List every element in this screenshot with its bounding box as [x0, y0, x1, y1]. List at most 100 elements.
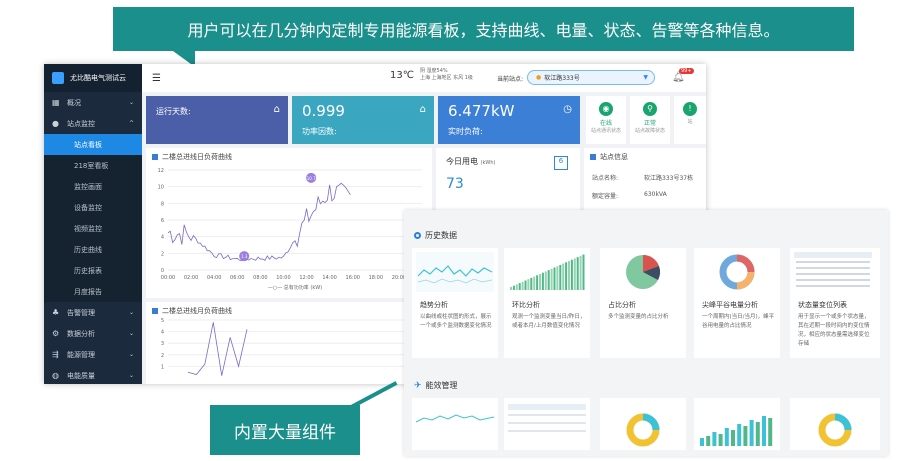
energy-tile-donut-2[interactable] — [790, 398, 880, 450]
sidebar-item-label: 告警管理 — [67, 308, 95, 317]
calendar-icon: 6 — [554, 156, 568, 170]
tile-desc: 一个周期内(当日/当月)，峰平谷用电量的占比情况 — [702, 314, 775, 329]
bar — [515, 284, 518, 290]
bar — [712, 432, 717, 446]
sidebar-subitem[interactable]: 监控画面 — [44, 176, 142, 197]
promo-stage: 用户可以在几分钟内定制专用能源看板，支持曲线、电量、状态、告警等各种信息。 尤比… — [0, 0, 917, 461]
quality-icon: ◍ — [52, 371, 59, 380]
series-line — [187, 322, 248, 376]
bar — [533, 276, 536, 290]
sidebar-item[interactable]: ● 站点监控 ^ — [44, 113, 142, 134]
bar — [527, 279, 530, 290]
sidebar-subitem[interactable]: 设备监控 — [44, 197, 142, 218]
status-mini-fault: ⚲ 正常 站点故障状态 — [630, 96, 670, 144]
site-info-key: 站点名称: — [592, 175, 619, 182]
x-tick-label: 18:00 — [369, 275, 383, 281]
site-select-value: 软江路333号 — [544, 75, 580, 82]
site-info-card: 站点信息 站点名称: 软江路333号37栋 额定容量: 630kVA — [584, 148, 706, 210]
sidebar-subitem[interactable]: 218室看板 — [44, 155, 142, 176]
alarm-icon: ♣ — [52, 308, 60, 317]
bottom-callout-text: 内置大量组件 — [234, 422, 336, 443]
y-tick-label: 10 — [158, 185, 164, 191]
weather-line1: 阴 湿度54% — [419, 68, 448, 74]
clock-icon: ◷ — [563, 104, 572, 115]
energy-tile-donut[interactable] — [600, 398, 686, 450]
component-gallery: 历史数据 趋势分析 以曲线或柱状图的形式，展示一个或多个监测数据变化情况 环比分… — [404, 210, 888, 456]
x-tick-label: 02:00 — [184, 275, 198, 281]
bar — [556, 266, 559, 290]
min-marker-label: 1.3 — [241, 254, 248, 259]
top-callout-text: 用户可以在几分钟内定制专用能源看板，支持曲线、电量、状态、告警等各种信息。 — [187, 21, 780, 40]
sidebar-item-label: 历史报表 — [74, 266, 102, 275]
daily-load-chart: 0 2 4 6 8 10 12 00:00 02:00 04:00 06:00 08:00 10:00 1… — [158, 168, 430, 291]
brand[interactable]: 尤比酷电气测试云 — [44, 64, 142, 92]
info-icon — [590, 154, 596, 160]
sidebar: 尤比酷电气测试云 ▦ 概况 ⌄ ● 站点监控 ^ 站点看板 218室看板 监控画面 设备监控 视频监… — [44, 64, 142, 384]
today-energy-label: 今日用电 — [446, 157, 478, 166]
energy-tile-bars[interactable] — [694, 398, 780, 450]
sidebar-subitem[interactable]: 月度报告 — [44, 281, 142, 302]
tile-name: 趋势分析 — [420, 301, 448, 309]
location-pin-icon: ● — [536, 74, 542, 81]
analysis-icon: ⚙ — [52, 329, 60, 338]
sidebar-item-label: 历史曲线 — [74, 245, 102, 254]
sidebar-item-label: 站点监控 — [67, 119, 95, 128]
stat-label: 实时负荷: — [448, 127, 483, 136]
sidebar-item[interactable]: ⚙ 数据分析 ⌄ — [44, 323, 142, 344]
sidebar-item[interactable]: ♣ 告警管理 ⌄ — [44, 302, 142, 323]
site-info-title: 站点信息 — [600, 153, 628, 161]
sidebar-subitem[interactable]: 站点看板 — [44, 134, 142, 155]
bar — [762, 416, 766, 446]
y-tick-label: 0 — [161, 268, 164, 274]
tile-trend[interactable]: 趋势分析 以曲线或柱状图的形式，展示一个或多个监测数据变化情况 — [412, 248, 498, 358]
tile-ring-compare[interactable]: 环比分析 观测一个监测变量当日/昨日，或者本月/上月数值变化情况 — [504, 248, 590, 358]
notification-badge: 99+ — [679, 68, 694, 74]
energy-trend-thumb — [415, 414, 495, 423]
tile-proportion[interactable]: 占比分析 多个监测变量的占比分析 — [600, 248, 686, 358]
status-label: 站点故障状态 — [634, 128, 665, 134]
tile-desc: 以曲线或柱状图的形式，展示一个或多个监测数据变化情况 — [420, 314, 492, 329]
bar — [539, 274, 541, 290]
series-line — [167, 182, 351, 262]
sidebar-item[interactable]: ⇶ 能源管理 ⌄ — [44, 344, 142, 365]
brand-name: 尤比酷电气测试云 — [70, 74, 126, 82]
y-tick-label: 4 — [161, 235, 164, 241]
y-tick-label: 8 — [161, 201, 164, 207]
bar — [573, 258, 576, 290]
sidebar-item[interactable]: ▦ 概况 ⌄ — [44, 92, 142, 113]
stat-value: 6.477kW — [448, 102, 515, 120]
history-section-title: 历史数据 — [425, 231, 457, 240]
status-icon: ! — [683, 102, 697, 116]
x-tick-label: 16:00 — [346, 275, 360, 281]
tile-state-change-list[interactable]: 状态量变位列表 用于显示一个或多个状态量，其在近期一段时间内的变位情况，相应的状… — [790, 248, 880, 358]
x-tick-label: 00:00 — [161, 275, 175, 281]
sidebar-subitem[interactable]: 历史报表 — [44, 260, 142, 281]
chevron-icon: ⌄ — [128, 309, 134, 316]
sidebar-subitem[interactable]: 视频监控 — [44, 218, 142, 239]
y-tick-label: 4 — [161, 330, 164, 336]
energy-tile-trend[interactable] — [412, 398, 498, 450]
stat-card-power-factor: 0.999 功率因数: ⌂ — [292, 96, 434, 144]
y-tick-label: 2 — [161, 251, 164, 257]
sidebar-item-label: 218室看板 — [74, 161, 109, 170]
status-mini-comm: ◉ 在线 站点通讯状态 — [586, 96, 626, 144]
chevron-icon: ⌄ — [128, 372, 134, 379]
menu-toggle-icon[interactable]: ☰ — [152, 73, 161, 84]
bar — [559, 264, 562, 290]
stat-value: 0.999 — [302, 102, 345, 120]
sidebar-item[interactable]: ◍ 电能质量 ⌄ — [44, 365, 142, 386]
y-tick-label: 6 — [161, 218, 164, 224]
chevron-icon: ^ — [128, 120, 134, 127]
bar — [547, 270, 550, 290]
sidebar-subitem[interactable]: 历史曲线 — [44, 239, 142, 260]
monthly-load-chart: 1 2 3 4 5 — [161, 318, 422, 376]
tile-peak-valley[interactable]: 尖峰平谷电量分析 一个周期内(当日/当月)，峰平谷用电量的占比情况 — [694, 248, 780, 358]
x-tick-label: 06:00 — [230, 275, 244, 281]
topbar: ☰ 13℃ 阴 湿度54% 上海 上海地区 东风 1级 当前站点: ● 软江路3… — [142, 64, 706, 92]
wifi-icon: ◉ — [599, 102, 613, 116]
bar — [731, 430, 735, 446]
stat-label: 运行天数: — [156, 107, 191, 116]
tile-name: 占比分析 — [608, 301, 636, 309]
energy-tile-table[interactable] — [504, 398, 590, 450]
site-select[interactable]: ● 软江路333号 ▼ — [527, 70, 655, 85]
